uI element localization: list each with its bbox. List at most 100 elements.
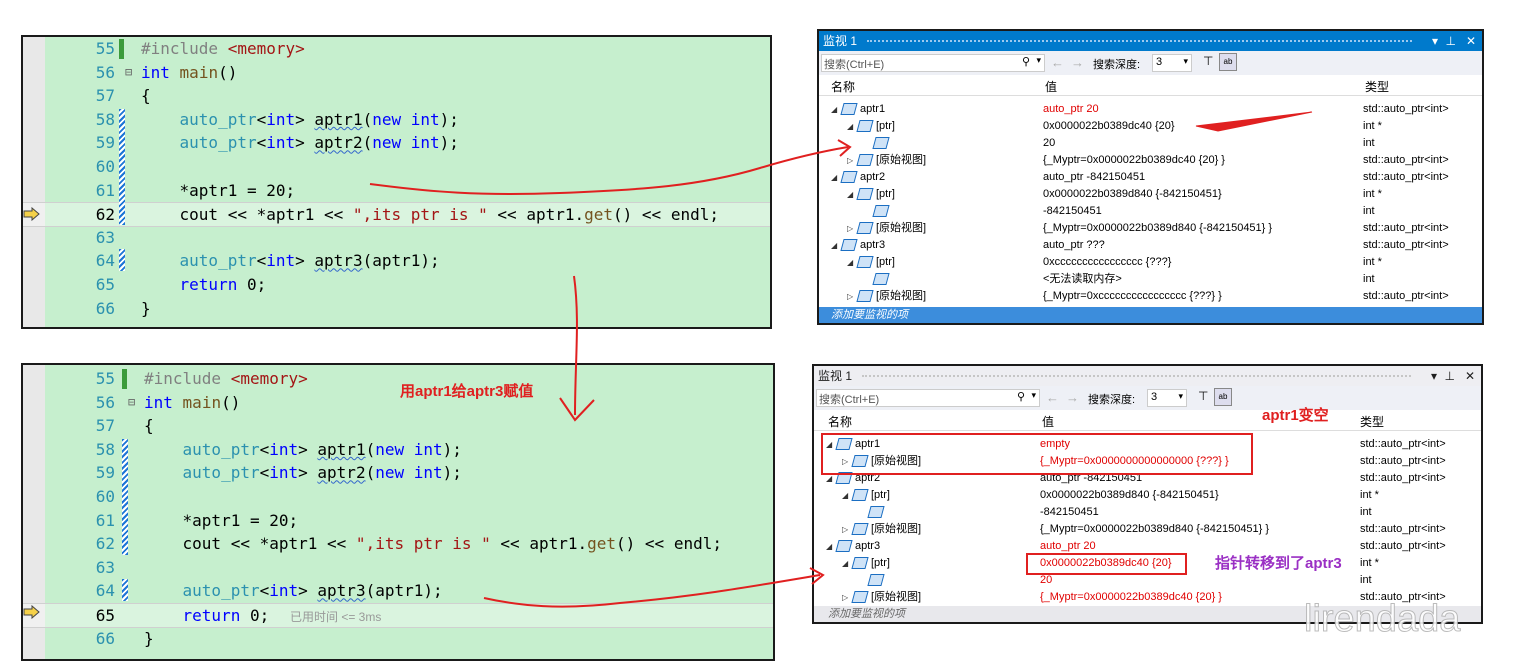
- column-header-type[interactable]: 类型: [1360, 413, 1384, 430]
- close-icon[interactable]: ✕: [1466, 31, 1476, 51]
- code-line[interactable]: 58 auto_ptr<int> aptr1(new int);: [23, 438, 773, 461]
- code-line[interactable]: 55 #include <memory>: [23, 37, 770, 60]
- column-header-name[interactable]: 名称: [831, 78, 855, 95]
- back-arrow-icon[interactable]: ←: [1051, 55, 1064, 70]
- column-header-type[interactable]: 类型: [1365, 78, 1389, 95]
- expand-toggle-icon[interactable]: ▷: [842, 589, 850, 606]
- code-line[interactable]: 61 *aptr1 = 20;: [23, 179, 770, 202]
- code-line[interactable]: 57 {: [23, 414, 773, 437]
- column-header-value[interactable]: 值: [1045, 78, 1057, 95]
- watch-row[interactable]: ▷ [原始视图] {_Myptr=0x0000022b0389d840 {-8421…: [819, 220, 1482, 237]
- watch-row[interactable]: ◢ [ptr] 0xcccccccccccccccc {???} int *: [819, 254, 1482, 271]
- chevron-down-icon[interactable]: ▾: [1031, 390, 1036, 401]
- changed-line-marker: [122, 369, 127, 389]
- expand-toggle-icon[interactable]: ▷: [842, 521, 850, 538]
- watch-add-item-row[interactable]: 添加要监视的项: [819, 307, 1482, 323]
- watch-row-type: std::auto_ptr<int>: [1360, 523, 1446, 535]
- watch-row[interactable]: ▷ [原始视图] {_Myptr=0xcccccccccccccccc {???} …: [819, 288, 1482, 305]
- code-line[interactable]: 56 int main() ⊟: [23, 391, 773, 414]
- code-line[interactable]: 62 cout << *aptr1 << ",its ptr is " << a…: [23, 202, 770, 228]
- dropdown-icon[interactable]: ▾: [1431, 366, 1437, 386]
- expand-toggle-icon[interactable]: ◢: [826, 538, 834, 555]
- watch-toolbar: 搜索(Ctrl+E) ⚲ ▾ ← → 搜索深度: 3 ▾ ⊤ ab: [819, 51, 1482, 76]
- forward-arrow-icon[interactable]: →: [1071, 55, 1084, 70]
- line-number: 66: [95, 628, 115, 648]
- chevron-down-icon[interactable]: ▾: [1036, 55, 1041, 66]
- expand-toggle-icon[interactable]: ◢: [842, 487, 850, 504]
- search-input[interactable]: 搜索(Ctrl+E) ⚲ ▾: [821, 54, 1045, 72]
- column-header-value[interactable]: 值: [1042, 413, 1054, 430]
- search-input[interactable]: 搜索(Ctrl+E) ⚲ ▾: [816, 389, 1040, 407]
- pin-toggle-icon[interactable]: ⊤: [1198, 389, 1208, 403]
- pin-toggle-icon[interactable]: ⊤: [1203, 54, 1213, 68]
- code-text: cout << *aptr1 << ",its ptr is " << aptr…: [141, 205, 719, 225]
- code-line[interactable]: 64 auto_ptr<int> aptr3(aptr1);: [23, 579, 773, 602]
- depth-select[interactable]: 3 ▾: [1152, 54, 1192, 72]
- code-text: #include <memory>: [144, 369, 308, 388]
- expand-toggle-icon[interactable]: ◢: [847, 186, 855, 203]
- search-icon[interactable]: ⚲: [1017, 390, 1025, 403]
- expand-toggle-icon[interactable]: ◢: [831, 237, 839, 254]
- expand-toggle-icon[interactable]: ◢: [847, 118, 855, 135]
- watch-row[interactable]: ◢ aptr1 auto_ptr 20 std::auto_ptr<int>: [819, 101, 1482, 118]
- code-line[interactable]: 62 cout << *aptr1 << ",its ptr is " << a…: [23, 532, 773, 555]
- depth-select[interactable]: 3 ▾: [1147, 389, 1187, 407]
- close-icon[interactable]: ✕: [1465, 366, 1475, 386]
- expand-toggle-icon[interactable]: ◢: [842, 555, 850, 572]
- watch-row-type: int: [1360, 574, 1372, 586]
- hex-toggle-icon[interactable]: ab: [1214, 388, 1232, 406]
- expand-toggle-icon[interactable]: ▷: [847, 288, 855, 305]
- expand-toggle-icon[interactable]: ◢: [847, 254, 855, 271]
- code-line[interactable]: 58 auto_ptr<int> aptr1(new int);: [23, 108, 770, 131]
- watch-row[interactable]: ◢ [ptr] 0x0000022b0389d840 {-842150451} int…: [819, 186, 1482, 203]
- current-line-arrow-icon: [23, 207, 40, 221]
- expand-toggle-icon[interactable]: ◢: [831, 169, 839, 186]
- code-line[interactable]: 61 *aptr1 = 20;: [23, 509, 773, 532]
- watch-row-type: std::auto_ptr<int>: [1363, 239, 1449, 251]
- expand-toggle-icon[interactable]: ▷: [847, 220, 855, 237]
- code-line[interactable]: 65 return 0;: [23, 603, 773, 628]
- back-arrow-icon[interactable]: ←: [1046, 390, 1059, 405]
- code-line[interactable]: 59 auto_ptr<int> aptr2(new int);: [23, 131, 770, 154]
- fold-icon[interactable]: ⊟: [125, 61, 132, 84]
- watch-row[interactable]: ◢ [ptr] 0x0000022b0389d840 {-842150451} int…: [814, 487, 1481, 504]
- watch-row[interactable]: ◢ aptr3 auto_ptr ??? std::auto_ptr<int>: [819, 237, 1482, 254]
- watch-row[interactable]: <无法读取内存> int: [819, 271, 1482, 288]
- code-line[interactable]: 64 auto_ptr<int> aptr3(aptr1);: [23, 249, 770, 272]
- watch-row[interactable]: 20 int: [819, 135, 1482, 152]
- watch-row[interactable]: ▷ [原始视图] {_Myptr=0x0000022b0389d840 {-8421…: [814, 521, 1481, 538]
- column-header-name[interactable]: 名称: [828, 413, 852, 430]
- line-number: 55: [95, 369, 115, 388]
- hex-toggle-icon[interactable]: ab: [1219, 53, 1237, 71]
- expand-toggle-icon[interactable]: ◢: [831, 101, 839, 118]
- pin-icon[interactable]: ⊥: [1446, 31, 1456, 51]
- code-line[interactable]: 60: [23, 485, 773, 508]
- expand-toggle-icon[interactable]: ▷: [847, 152, 855, 169]
- code-line[interactable]: 55 #include <memory>: [23, 367, 773, 390]
- variable-name: [ptr]: [876, 256, 895, 268]
- watch-row[interactable]: ◢ [ptr] 0x0000022b0389dc40 {20} int *: [819, 118, 1482, 135]
- watch-row[interactable]: ◢ aptr2 auto_ptr -842150451 std::auto_ptr<i…: [819, 169, 1482, 186]
- watch-row[interactable]: -842150451 int: [819, 203, 1482, 220]
- code-line[interactable]: 66}: [23, 297, 770, 320]
- code-line[interactable]: 60: [23, 155, 770, 178]
- watch-toolbar: 搜索(Ctrl+E) ⚲ ▾ ← → 搜索深度: 3 ▾ ⊤ ab: [814, 386, 1481, 411]
- code-line[interactable]: 56 int main() ⊟: [23, 61, 770, 84]
- code-line[interactable]: 59 auto_ptr<int> aptr2(new int);: [23, 461, 773, 484]
- dropdown-icon[interactable]: ▾: [1432, 31, 1438, 51]
- fold-icon[interactable]: ⊟: [128, 391, 135, 414]
- modified-lines-marker: [122, 439, 128, 555]
- watch-row[interactable]: -842150451 int: [814, 504, 1481, 521]
- watch-row[interactable]: ▷ [原始视图] {_Myptr=0x0000022b0389dc40 {20} }…: [819, 152, 1482, 169]
- code-line[interactable]: 65 return 0;: [23, 273, 770, 296]
- pin-icon[interactable]: ⊥: [1445, 366, 1455, 386]
- code-line[interactable]: 63: [23, 556, 773, 579]
- code-line[interactable]: 63: [23, 226, 770, 249]
- variable-name: [ptr]: [871, 557, 890, 569]
- forward-arrow-icon[interactable]: →: [1066, 390, 1079, 405]
- code-line[interactable]: 66}: [23, 627, 773, 650]
- search-icon[interactable]: ⚲: [1022, 55, 1030, 68]
- code-line[interactable]: 57 {: [23, 84, 770, 107]
- chevron-down-icon: ▾: [1183, 56, 1188, 66]
- watch-row-type: int *: [1360, 557, 1379, 569]
